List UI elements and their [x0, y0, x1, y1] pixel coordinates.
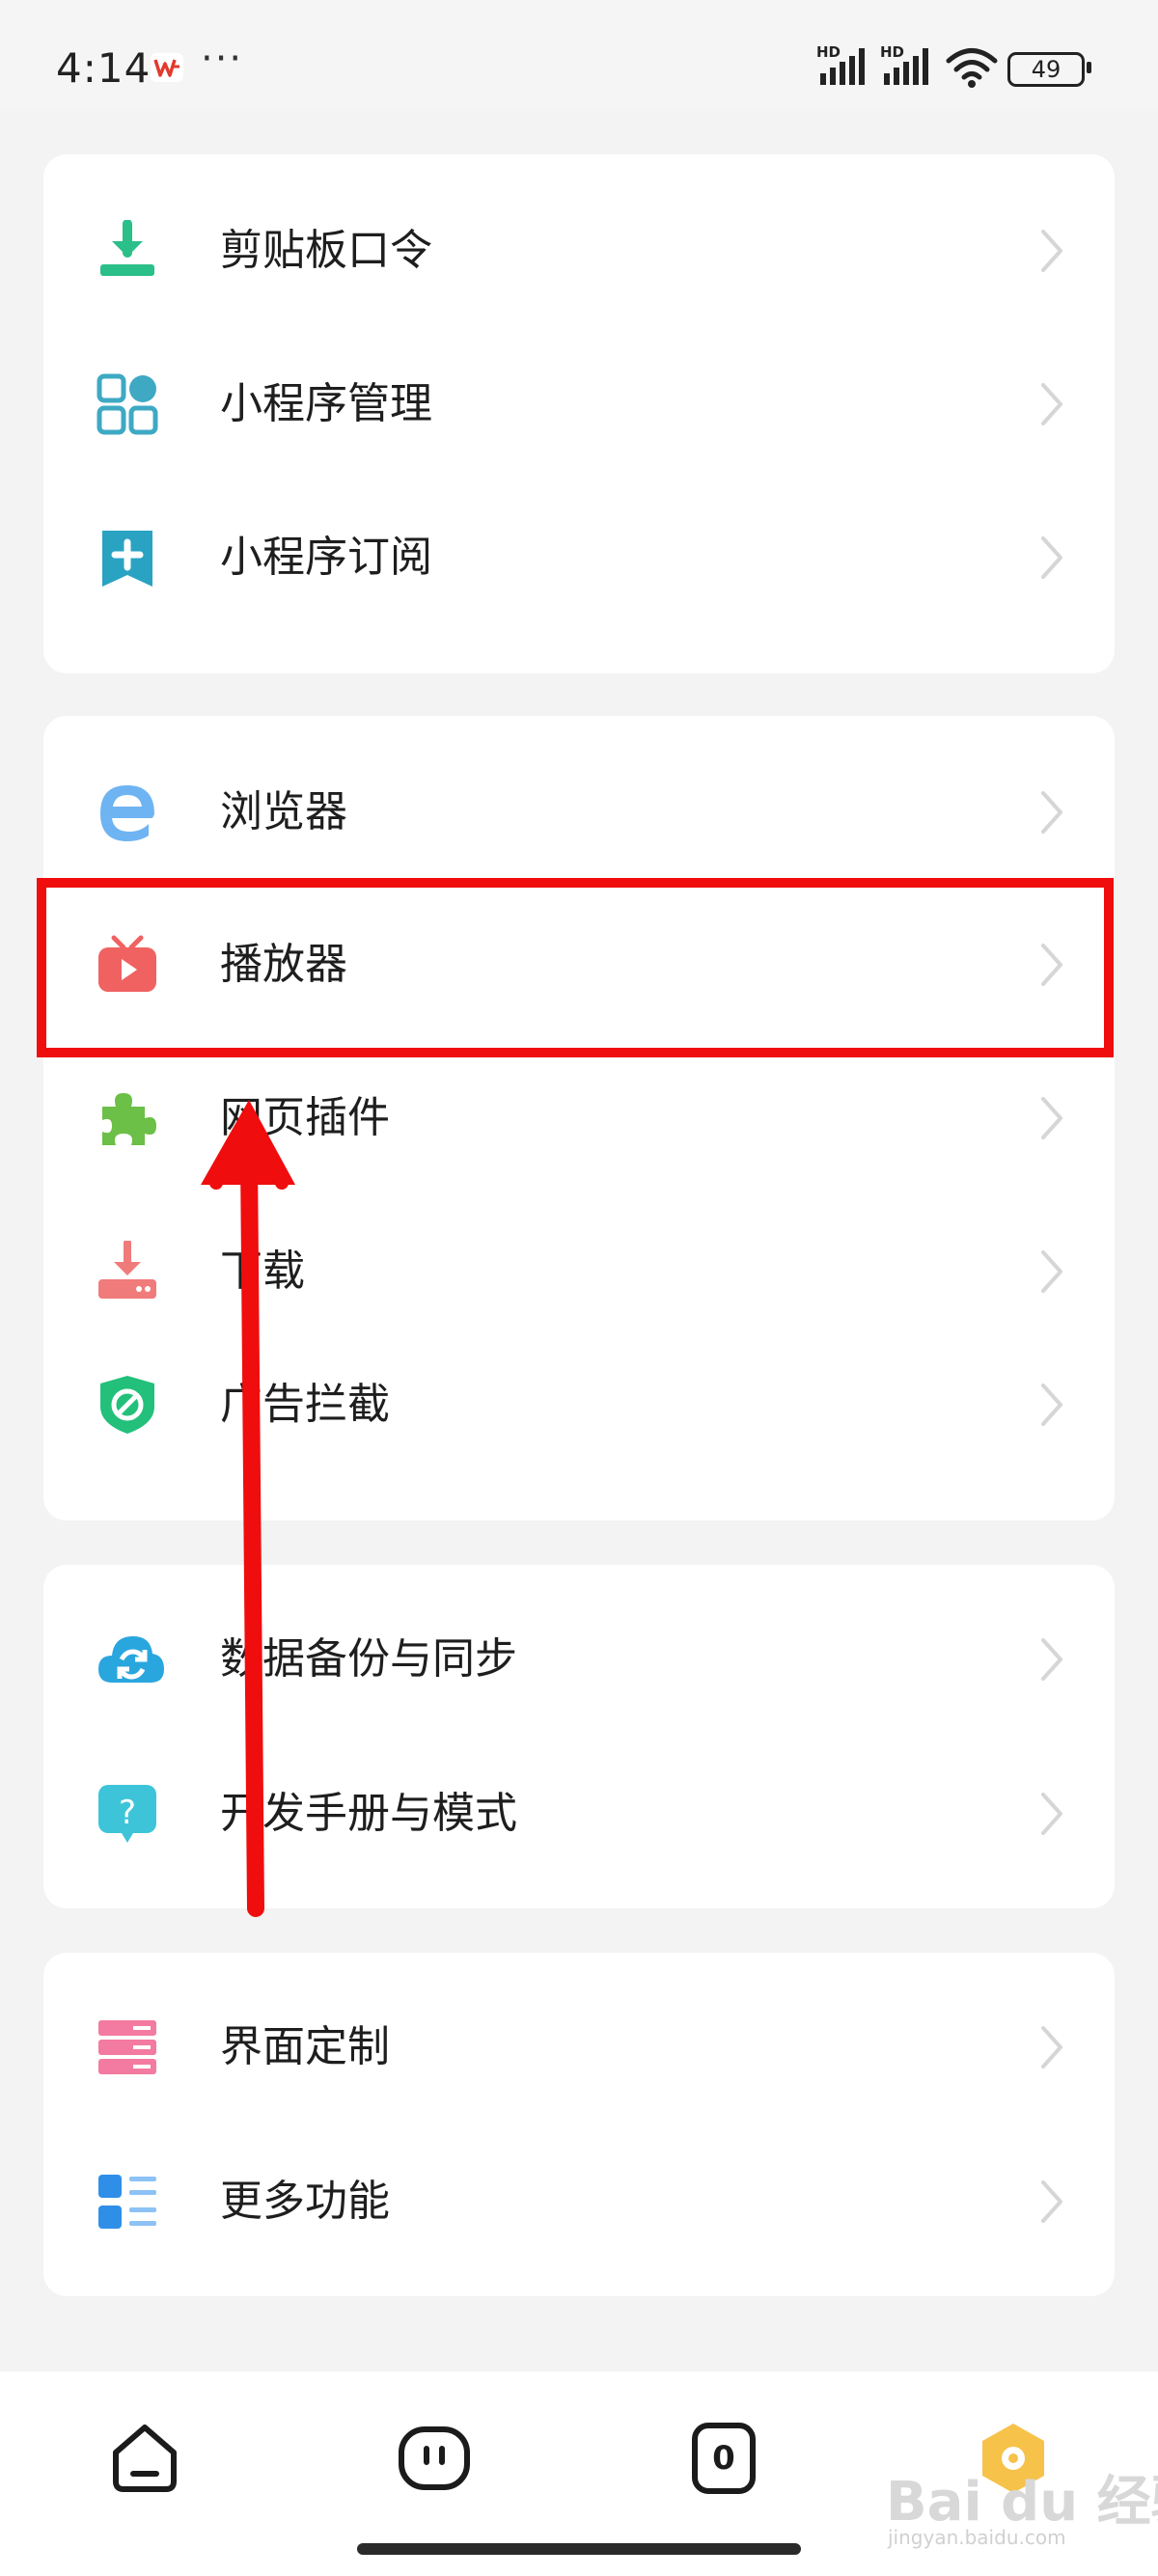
more-list-icon	[96, 2171, 158, 2233]
assistant-button[interactable]	[396, 2420, 473, 2497]
menu-item-label: 更多功能	[220, 2177, 390, 2226]
menu-item-label: 剪贴板口令	[220, 226, 432, 275]
menu-item-label: 开发手册与模式	[220, 1789, 517, 1838]
status-time: 4:14	[56, 44, 152, 92]
menu-item-download[interactable]: 下载	[43, 1214, 1115, 1329]
home-button[interactable]	[106, 2420, 183, 2497]
browser-e-icon	[96, 781, 158, 843]
settings-group-4: 界面定制 更多功能	[43, 1953, 1115, 2296]
menu-item-label: 小程序管理	[220, 379, 432, 428]
status-right-cluster: HD HD 49	[816, 44, 1096, 91]
chevron-right-icon	[1041, 1638, 1062, 1681]
battery-level: 49	[1031, 56, 1062, 83]
signal-2-icon: HD	[880, 44, 938, 89]
menu-item-mini-program-manage[interactable]: 小程序管理	[43, 346, 1115, 462]
menu-item-label: 小程序订阅	[220, 533, 432, 582]
settings-group-1: 剪贴板口令 小程序管理 小程序订阅	[43, 154, 1115, 673]
home-indicator[interactable]	[357, 2543, 801, 2555]
clipboard-download-icon	[96, 220, 158, 282]
watermark-brand: Bai du 经验	[886, 2471, 1158, 2534]
settings-group-2: 浏览器 播放器 网页插件 下载 广告拦截	[43, 716, 1115, 1521]
menu-item-label: 浏览器	[220, 787, 347, 836]
signal-1-icon: HD	[816, 44, 874, 89]
svg-text:?: ?	[119, 1794, 136, 1832]
cloud-sync-icon	[96, 1629, 164, 1690]
menu-item-label: 下载	[220, 1247, 305, 1296]
wps-app-icon	[151, 53, 183, 82]
face-icon	[399, 2426, 470, 2490]
menu-item-more-features[interactable]: 更多功能	[43, 2144, 1115, 2260]
menu-item-clipboard-token[interactable]: 剪贴板口令	[43, 193, 1115, 309]
menu-item-label: 网页插件	[220, 1093, 390, 1142]
menu-item-ui-customize[interactable]: 界面定制	[43, 1989, 1115, 2105]
chevron-right-icon	[1041, 230, 1062, 272]
status-bar: 4:14 ··· HD HD 49	[0, 0, 1158, 108]
chevron-right-icon	[1041, 791, 1062, 834]
highlight-box	[37, 878, 1114, 1057]
help-bubble-icon: ?	[96, 1783, 158, 1845]
layout-custom-icon	[96, 2016, 158, 2078]
chevron-right-icon	[1041, 2180, 1062, 2223]
menu-item-label: 界面定制	[220, 2022, 390, 2071]
chevron-right-icon	[1041, 536, 1062, 579]
status-more-indicator: ···	[201, 37, 244, 81]
tab-count: 0	[712, 2439, 735, 2478]
battery-icon: 49	[1007, 52, 1091, 87]
apps-grid-icon	[96, 373, 158, 435]
menu-item-label: 广告拦截	[220, 1380, 390, 1429]
tabs-button[interactable]: 0	[685, 2420, 762, 2497]
bookmark-add-icon	[96, 527, 158, 589]
menu-item-dev-manual[interactable]: ? 开发手册与模式	[43, 1756, 1115, 1872]
menu-item-label: 数据备份与同步	[220, 1634, 517, 1684]
menu-item-browser[interactable]: 浏览器	[43, 754, 1115, 870]
puzzle-icon	[96, 1087, 158, 1149]
menu-item-backup-sync[interactable]: 数据备份与同步	[43, 1602, 1115, 1717]
chevron-right-icon	[1041, 1097, 1062, 1139]
menu-item-web-plugins[interactable]: 网页插件	[43, 1060, 1115, 1176]
shield-block-icon	[96, 1374, 158, 1436]
menu-item-ad-block[interactable]: 广告拦截	[43, 1347, 1115, 1463]
home-icon	[113, 2425, 177, 2492]
watermark-url: jingyan.baidu.com	[888, 2526, 1066, 2549]
chevron-right-icon	[1041, 383, 1062, 425]
menu-item-mini-program-subscribe[interactable]: 小程序订阅	[43, 500, 1115, 616]
chevron-right-icon	[1041, 2026, 1062, 2069]
wifi-icon	[946, 48, 998, 88]
chevron-right-icon	[1041, 1793, 1062, 1835]
chevron-right-icon	[1041, 1250, 1062, 1293]
chevron-right-icon	[1041, 1384, 1062, 1426]
settings-group-3: 数据备份与同步 ? 开发手册与模式	[43, 1565, 1115, 1908]
download-tray-icon	[96, 1241, 158, 1302]
